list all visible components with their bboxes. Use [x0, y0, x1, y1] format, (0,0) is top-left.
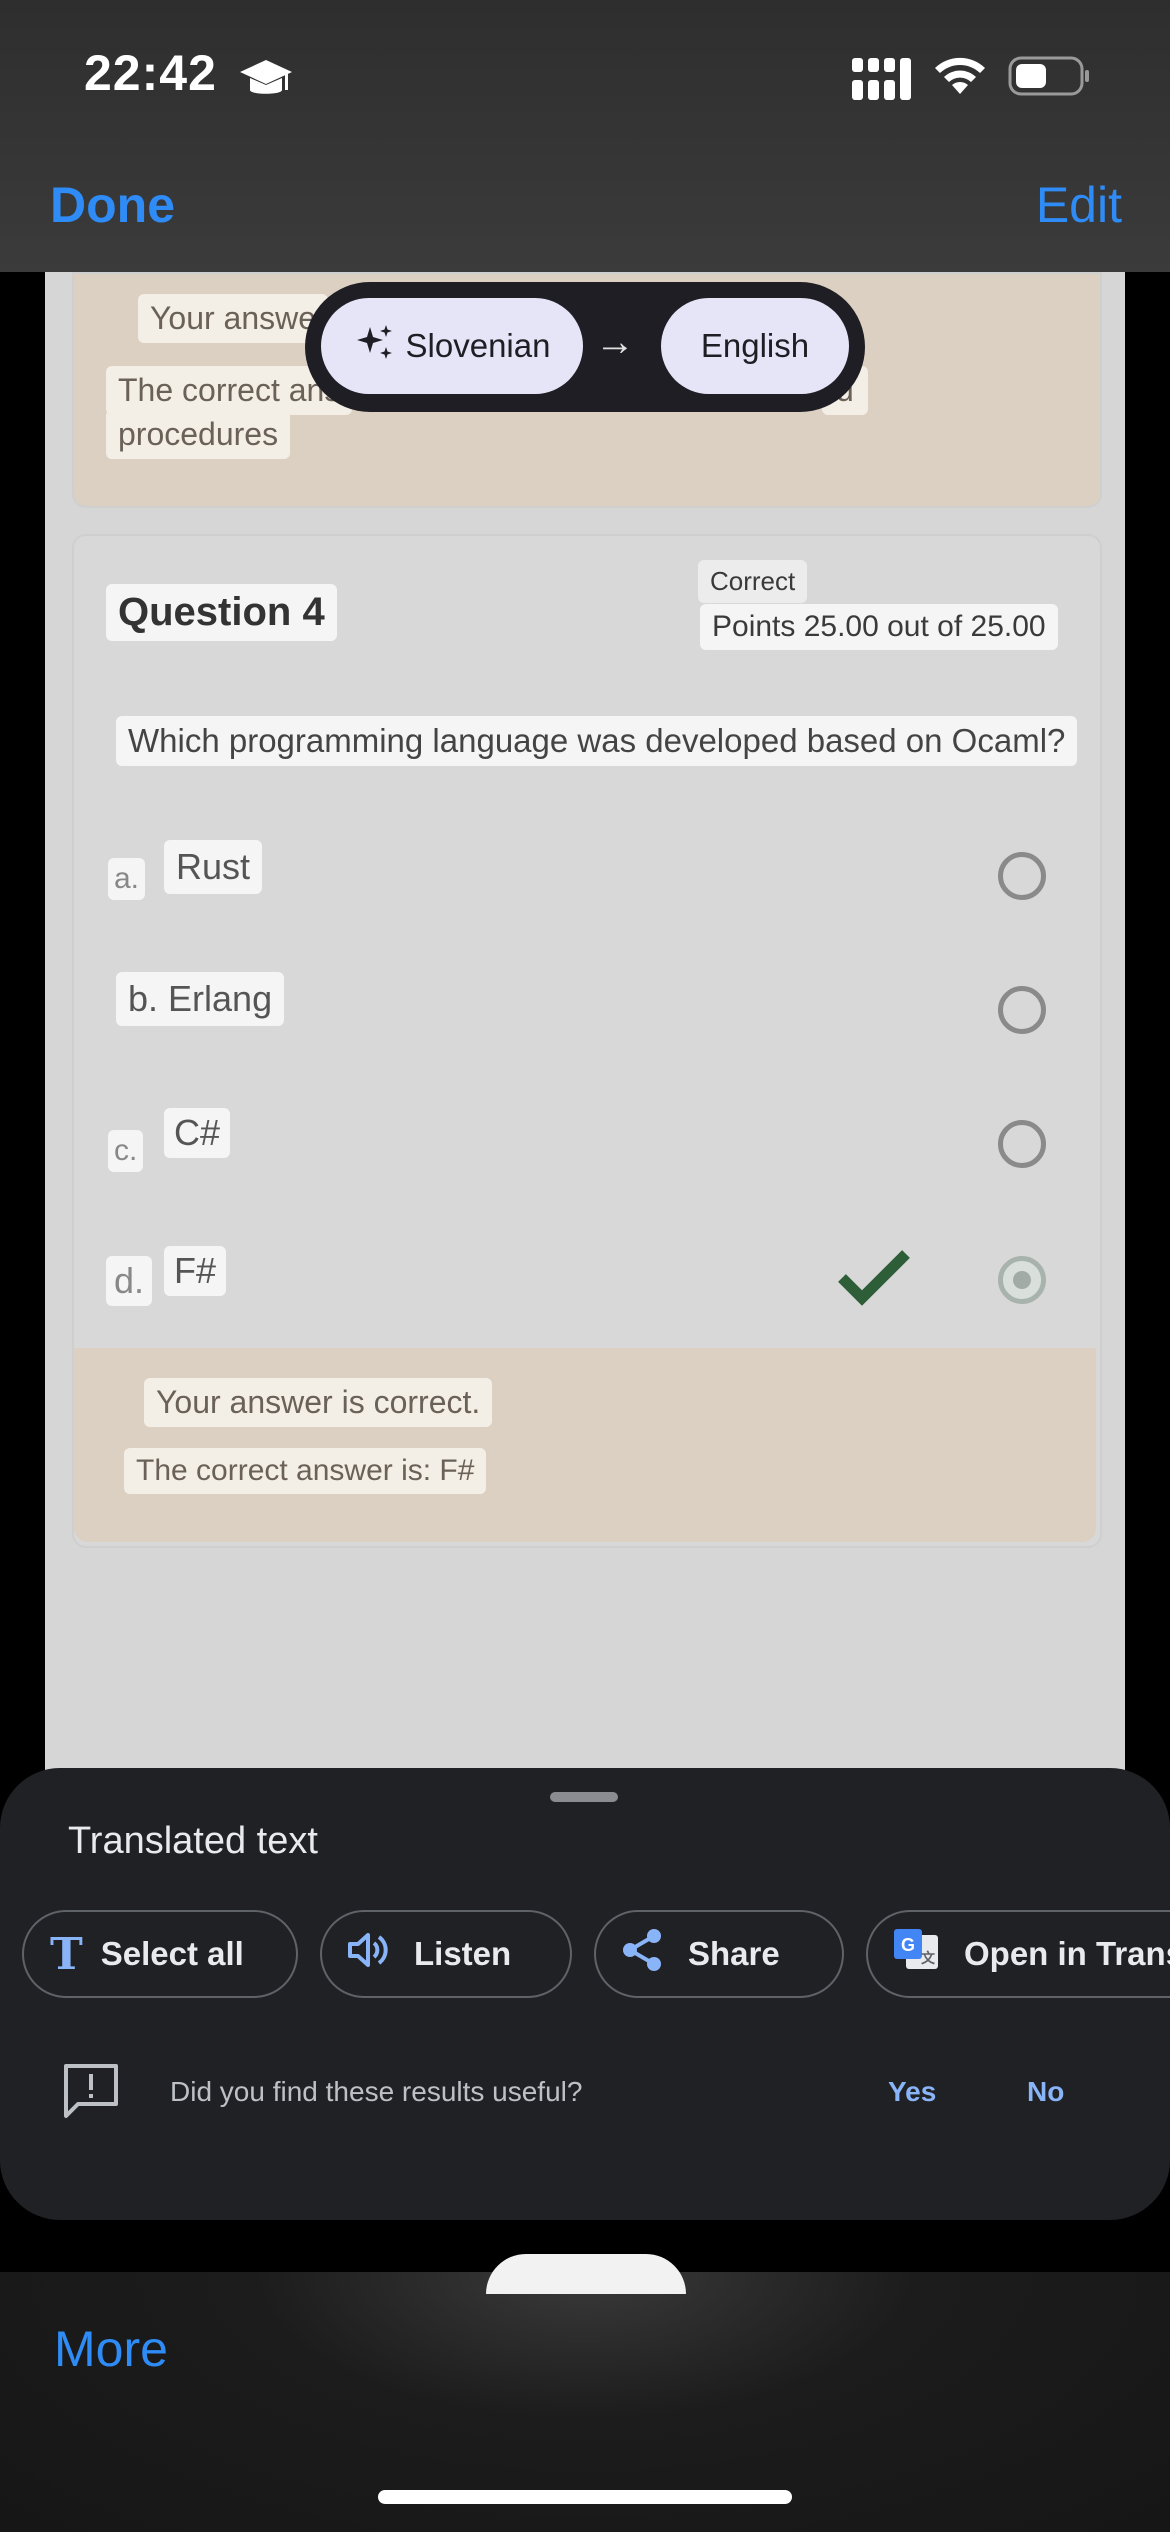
drag-handle[interactable] [550, 1792, 618, 1802]
graduation-cap-icon [238, 52, 294, 113]
more-button[interactable]: More [54, 2320, 168, 2378]
option-a-radio[interactable] [998, 852, 1046, 900]
option-c-label[interactable]: C# [164, 1108, 231, 1158]
correct-answer-text: The correct answer is: F# [124, 1448, 487, 1494]
question-text: Which programming language was developed… [116, 716, 1078, 766]
status-badge: Correct [698, 560, 808, 603]
edit-button[interactable]: Edit [1036, 176, 1122, 234]
option-a-label[interactable]: Rust [164, 840, 263, 894]
feedback-icon [62, 2062, 120, 2125]
language-selector: Slovenian → English [305, 282, 865, 412]
wifi-icon [932, 52, 988, 101]
home-indicator[interactable] [378, 2490, 792, 2504]
points-label: Points 25.00 out of 25.00 [700, 604, 1058, 650]
select-all-button[interactable]: T Select all [22, 1910, 298, 1998]
svg-text:G: G [901, 1935, 915, 1955]
signal-icon [852, 58, 914, 105]
share-button[interactable]: Share [594, 1910, 844, 1998]
arrow-right-icon: → [595, 320, 635, 364]
source-language-label: Slovenian [405, 327, 551, 364]
option-b-radio[interactable] [998, 986, 1046, 1034]
feedback-question: Did you find these results useful? [170, 2076, 583, 2107]
option-a-letter: a. [108, 858, 146, 900]
share-label: Share [688, 1935, 780, 1972]
option-d-letter: d. [106, 1256, 153, 1306]
feedback-text: Your answer is correct. [144, 1378, 493, 1427]
sparkle-icon [354, 321, 396, 371]
option-b-label[interactable]: b. Erlang [116, 972, 285, 1026]
option-c-letter: c. [108, 1130, 144, 1172]
hidden-button-peek [486, 2254, 686, 2294]
top-bar [0, 0, 1170, 272]
checkmark-icon [838, 1248, 910, 1313]
google-translate-icon: G 文 [892, 1925, 942, 1983]
previous-your-answer: Your answe [138, 294, 329, 343]
feedback-no-button[interactable]: No [1027, 2076, 1064, 2108]
option-d-radio-selected[interactable] [998, 1256, 1046, 1304]
select-all-label: Select all [100, 1935, 244, 1972]
source-language-button[interactable]: Slovenian [321, 298, 583, 394]
open-in-translate-label: Open in Trans [964, 1935, 1170, 1972]
sheet-title: Translated text [68, 1820, 318, 1862]
speaker-icon [346, 1930, 392, 1978]
listen-button[interactable]: Listen [320, 1910, 572, 1998]
text-t-icon: T [50, 1928, 83, 1980]
target-language-label: English [700, 327, 810, 364]
question-title: Question 4 [106, 584, 337, 641]
status-time: 22:42 [84, 45, 217, 101]
previous-procedures: procedures [106, 410, 291, 459]
share-icon [620, 1928, 664, 1980]
done-button[interactable]: Done [50, 176, 175, 234]
feedback-yes-button[interactable]: Yes [888, 2076, 936, 2108]
option-d-label[interactable]: F# [164, 1246, 227, 1296]
translated-text-sheet: Translated text T Select all Listen Shar… [0, 1768, 1170, 2220]
open-in-translate-button[interactable]: G 文 Open in Trans [866, 1910, 1170, 1998]
listen-label: Listen [414, 1935, 512, 1972]
option-c-radio[interactable] [998, 1120, 1046, 1168]
battery-icon [1008, 56, 1092, 101]
svg-text:文: 文 [921, 1950, 936, 1967]
target-language-button[interactable]: English [661, 298, 849, 394]
